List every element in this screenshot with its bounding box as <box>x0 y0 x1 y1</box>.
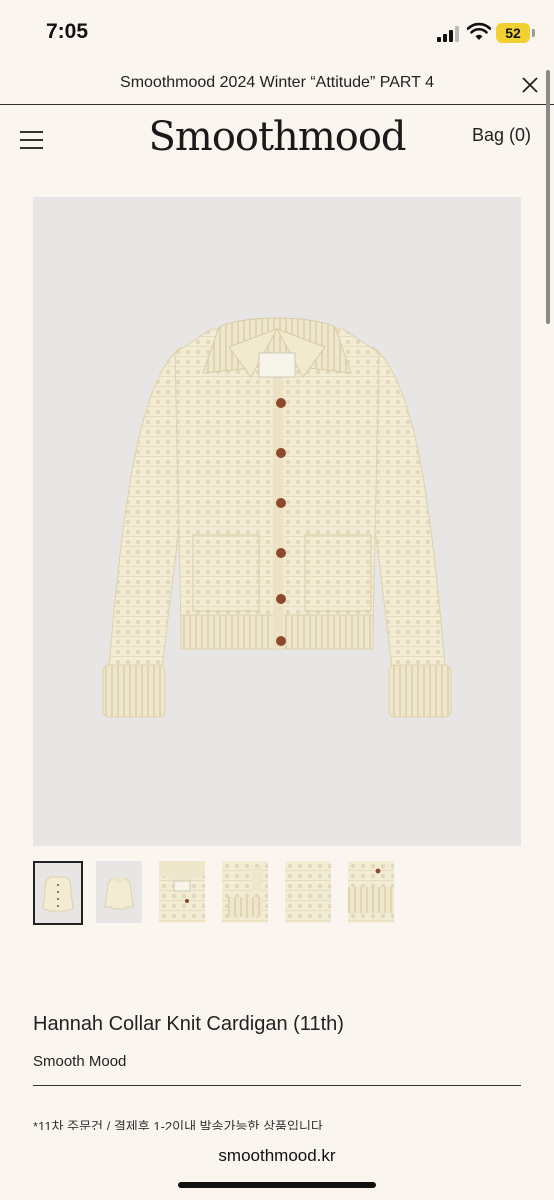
home-indicator[interactable] <box>178 1182 376 1188</box>
divider <box>33 1085 521 1086</box>
battery-icon: 52 <box>496 23 530 43</box>
wifi-icon <box>467 22 491 40</box>
site-logo[interactable]: Smoothmood <box>120 114 434 160</box>
thumbnail-1[interactable] <box>33 861 83 925</box>
product-title: Hannah Collar Knit Cardigan (11th) <box>33 1013 344 1035</box>
browser-address-bar: smoothmood.kr <box>0 1130 554 1200</box>
thumbnail-4[interactable] <box>222 861 268 923</box>
banner-text[interactable]: Smoothmood 2024 Winter “Attitude” PART 4 <box>0 74 554 92</box>
status-bar: 7:05 52 <box>0 0 554 66</box>
thumbnail-3[interactable] <box>159 861 205 923</box>
battery-nub <box>532 29 535 37</box>
product-main-image[interactable] <box>33 197 521 846</box>
site-header: Smoothmood Bag (0) <box>0 104 554 194</box>
thumbnail-strip <box>33 861 413 925</box>
status-time: 7:05 <box>46 20 89 43</box>
thumbnail-5[interactable] <box>285 861 331 923</box>
product-brand[interactable]: Smooth Mood <box>33 1053 126 1070</box>
bag-link[interactable]: Bag (0) <box>472 125 531 146</box>
thumbnail-6[interactable] <box>348 861 394 923</box>
hamburger-menu-icon[interactable] <box>20 130 44 150</box>
url-display[interactable]: smoothmood.kr <box>0 1146 554 1166</box>
thumbnail-2[interactable] <box>96 861 142 923</box>
cardigan-image <box>102 317 452 718</box>
close-icon[interactable] <box>518 73 542 97</box>
announcement-banner: Smoothmood 2024 Winter “Attitude” PART 4 <box>0 66 554 105</box>
signal-icon <box>437 26 461 42</box>
